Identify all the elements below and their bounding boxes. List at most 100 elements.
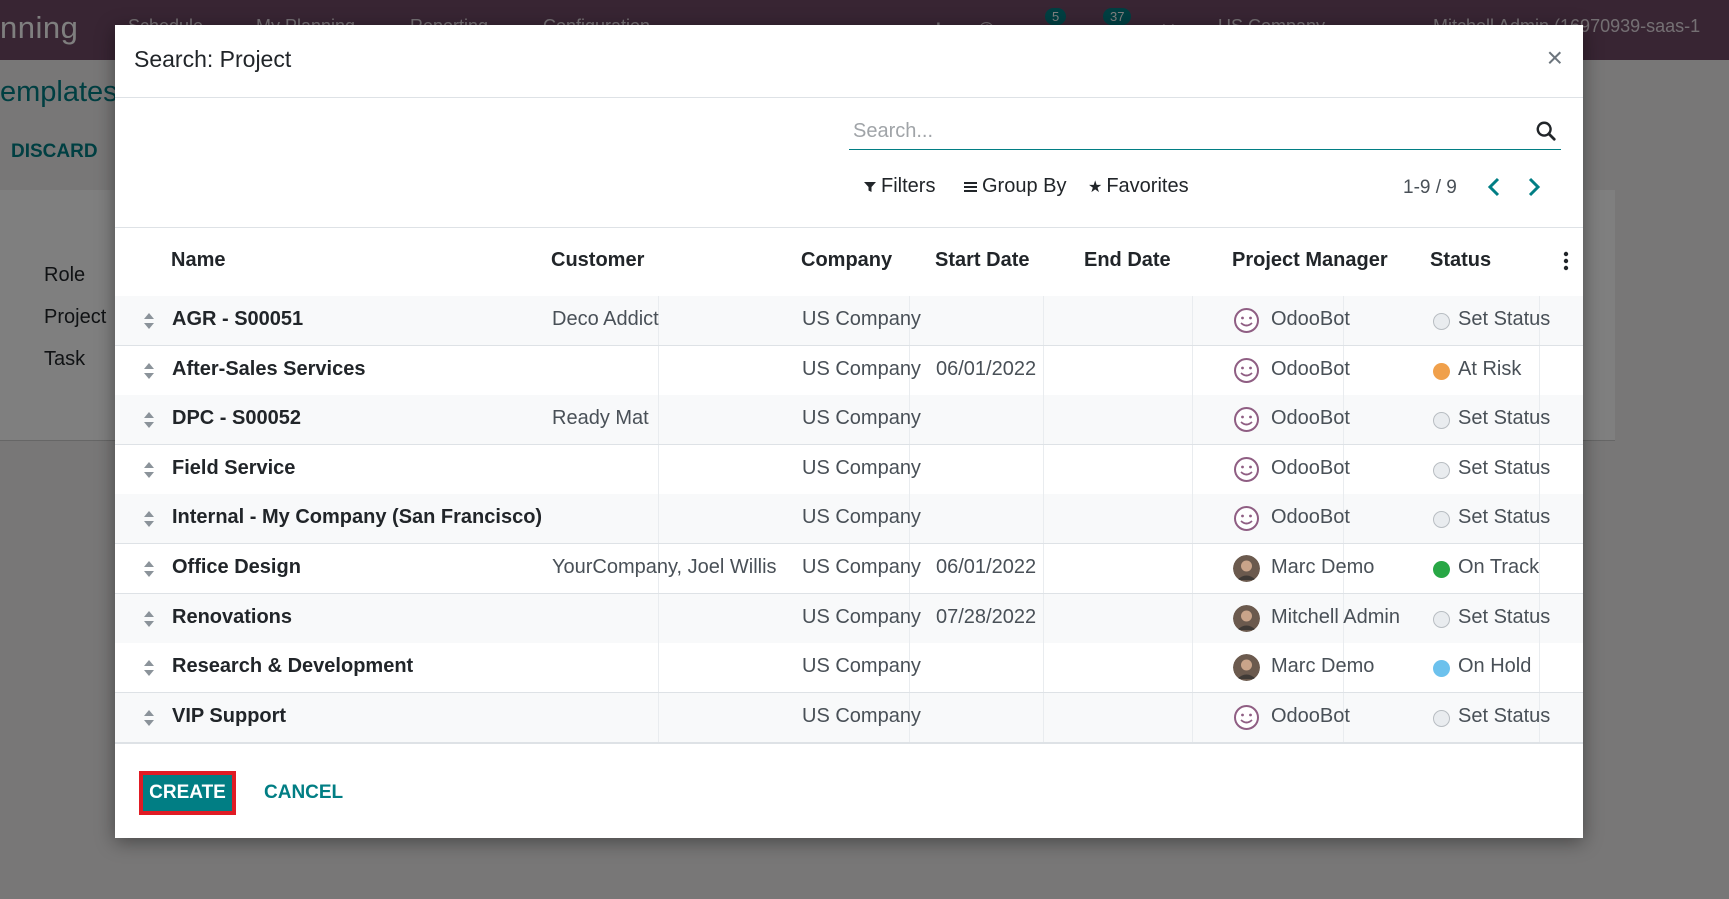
- project-manager: OdooBot: [1271, 705, 1350, 727]
- chevron-right-icon[interactable]: [1521, 172, 1547, 202]
- column-project-manager[interactable]: Project Manager: [1232, 249, 1388, 272]
- project-manager: OdooBot: [1271, 457, 1350, 479]
- pager-value[interactable]: 1-9 / 9: [1403, 177, 1457, 199]
- start-date: 07/28/2022: [936, 606, 1037, 628]
- drag-handle-icon[interactable]: [142, 608, 156, 630]
- filters-button[interactable]: Filters: [863, 175, 935, 198]
- bars-icon: [964, 181, 977, 192]
- status-dot-icon[interactable]: [1433, 710, 1450, 727]
- customer-name: YourCompany, Joel Willis: [552, 556, 777, 578]
- user-avatar-icon: [1233, 555, 1260, 582]
- company-name: US Company: [802, 506, 921, 528]
- filter-icon: [864, 181, 876, 192]
- cancel-button[interactable]: CANCEL: [264, 782, 343, 804]
- create-button[interactable]: CREATE: [139, 771, 236, 815]
- close-button[interactable]: ×: [1547, 42, 1563, 74]
- project-name: Field Service: [172, 457, 296, 479]
- cell-divider: [1539, 544, 1540, 593]
- cell-divider: [658, 643, 659, 692]
- status-dot-icon[interactable]: [1433, 561, 1450, 578]
- column-end-date[interactable]: End Date: [1084, 249, 1171, 272]
- project-manager: OdooBot: [1271, 407, 1350, 429]
- start-date: 06/01/2022: [936, 556, 1037, 578]
- project-name: VIP Support: [172, 705, 287, 727]
- table-row[interactable]: Renovations US Company 07/28/2022 Mitchell …: [115, 594, 1583, 644]
- cell-divider: [1539, 643, 1540, 692]
- drag-handle-icon[interactable]: [142, 360, 156, 382]
- odoobot-avatar-icon: [1234, 506, 1259, 531]
- cell-divider: [1043, 395, 1044, 444]
- table-row[interactable]: AGR - S00051 Deco Addict US Company OdooBot…: [115, 296, 1583, 346]
- table-row[interactable]: VIP Support US Company OdooBot Set Status: [115, 693, 1583, 743]
- company-name: US Company: [802, 705, 921, 727]
- chevron-left-icon[interactable]: [1481, 172, 1507, 202]
- favorites-button[interactable]: ★ Favorites: [1088, 175, 1189, 198]
- dialog-title: Search: Project: [134, 46, 292, 72]
- column-company[interactable]: Company: [801, 249, 892, 272]
- cell-divider: [1043, 445, 1044, 494]
- column-start-date[interactable]: Start Date: [935, 249, 1029, 272]
- odoobot-avatar-icon: [1234, 457, 1259, 482]
- drag-handle-icon[interactable]: [142, 657, 156, 679]
- table-row[interactable]: Research & Development US Company Marc Dem…: [115, 643, 1583, 693]
- drag-handle-icon[interactable]: [142, 459, 156, 481]
- filters-label: Filters: [881, 175, 936, 197]
- cell-divider: [1192, 494, 1193, 543]
- odoobot-avatar-icon: [1234, 705, 1259, 730]
- table-row[interactable]: Office Design YourCompany, Joel Willis US …: [115, 544, 1583, 594]
- company-name: US Company: [802, 308, 921, 330]
- cell-divider: [658, 346, 659, 395]
- odoobot-avatar-icon: [1234, 308, 1259, 333]
- status-label: Set Status: [1458, 407, 1551, 429]
- company-name: US Company: [802, 606, 921, 628]
- drag-handle-icon[interactable]: [142, 558, 156, 580]
- status-label: On Hold: [1458, 655, 1532, 677]
- cell-divider: [1043, 544, 1044, 593]
- search-icon[interactable]: [1535, 120, 1557, 142]
- status-dot-icon[interactable]: [1433, 462, 1450, 479]
- search-bar: [849, 115, 1561, 150]
- start-date: 06/01/2022: [936, 358, 1037, 380]
- project-name: AGR - S00051: [172, 308, 304, 330]
- project-manager: OdooBot: [1271, 308, 1350, 330]
- star-icon: ★: [1088, 178, 1103, 196]
- search-input[interactable]: [849, 115, 1517, 147]
- dialog-header: Search: Project ×: [115, 25, 1583, 98]
- cell-divider: [1192, 693, 1193, 742]
- drag-handle-icon[interactable]: [142, 707, 156, 729]
- project-name: Internal - My Company (San Francisco): [172, 506, 543, 528]
- status-dot-icon[interactable]: [1433, 511, 1450, 528]
- cell-divider: [1192, 346, 1193, 395]
- status-label: At Risk: [1458, 358, 1522, 380]
- cell-divider: [1043, 296, 1044, 345]
- table-row[interactable]: Field Service US Company OdooBot Set Status: [115, 445, 1583, 495]
- status-dot-icon[interactable]: [1433, 313, 1450, 330]
- odoobot-avatar-icon: [1234, 407, 1259, 432]
- table-row[interactable]: Internal - My Company (San Francisco) US …: [115, 494, 1583, 544]
- column-name[interactable]: Name: [171, 249, 225, 272]
- drag-handle-icon[interactable]: [142, 409, 156, 431]
- project-name: DPC - S00052: [172, 407, 301, 429]
- drag-handle-icon[interactable]: [142, 310, 156, 332]
- project-name: Renovations: [172, 606, 293, 628]
- status-dot-icon[interactable]: [1433, 412, 1450, 429]
- status-label: Set Status: [1458, 506, 1551, 528]
- odoobot-avatar-icon: [1234, 358, 1259, 383]
- groupby-label: Group By: [982, 175, 1067, 197]
- table-row[interactable]: After-Sales Services US Company 06/01/2022…: [115, 346, 1583, 396]
- status-label: Set Status: [1458, 606, 1551, 628]
- column-customer[interactable]: Customer: [551, 249, 644, 272]
- project-manager: Marc Demo: [1271, 556, 1375, 578]
- table-row[interactable]: DPC - S00052 Ready Mat US Company OdooBot Se…: [115, 395, 1583, 445]
- cell-divider: [1043, 594, 1044, 643]
- status-dot-icon[interactable]: [1433, 363, 1450, 380]
- status-dot-icon[interactable]: [1433, 611, 1450, 628]
- status-dot-icon[interactable]: [1433, 660, 1450, 677]
- status-label: Set Status: [1458, 308, 1551, 330]
- column-status[interactable]: Status: [1430, 249, 1491, 272]
- optional-columns-icon[interactable]: [1563, 250, 1569, 272]
- groupby-button[interactable]: Group By: [963, 175, 1066, 198]
- project-name: After-Sales Services: [172, 358, 366, 380]
- company-name: US Company: [802, 407, 921, 429]
- drag-handle-icon[interactable]: [142, 508, 156, 530]
